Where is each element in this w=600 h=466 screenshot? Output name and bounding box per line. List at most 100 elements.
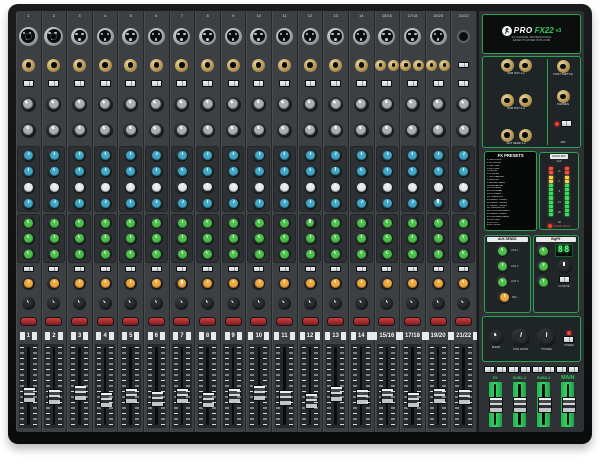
fader-cap[interactable] <box>562 397 576 413</box>
knob-eq-mid[interactable] <box>278 165 291 178</box>
knob-aux2[interactable] <box>124 232 137 245</box>
fader-cap[interactable] <box>356 389 369 405</box>
mute-button[interactable] <box>148 317 165 326</box>
knob-level[interactable] <box>124 297 137 310</box>
channel-fader[interactable] <box>275 344 295 429</box>
combo-xlr-input-jack[interactable] <box>44 27 63 46</box>
low-cut-switch[interactable] <box>74 266 85 273</box>
low-cut-switch[interactable] <box>151 266 162 273</box>
mute-button[interactable] <box>122 317 139 326</box>
xlr-input-jack[interactable] <box>225 28 242 45</box>
low-cut-switch[interactable] <box>253 266 264 273</box>
line-hiz-switch[interactable] <box>381 80 392 87</box>
knob-eq-mid[interactable] <box>432 165 445 178</box>
fader-cap[interactable] <box>176 388 189 404</box>
knob-pan[interactable] <box>278 277 291 290</box>
low-cut-switch[interactable] <box>228 266 239 273</box>
line-input-jack[interactable] <box>304 59 317 72</box>
knob-eq-mid[interactable] <box>201 165 214 178</box>
knob-eq-mid[interactable] <box>47 165 60 178</box>
knob-aux2[interactable] <box>304 232 317 245</box>
knob-eq-freq[interactable] <box>406 181 419 194</box>
mute-button[interactable] <box>20 317 37 326</box>
knob-gain[interactable] <box>226 97 241 112</box>
knob-comp[interactable] <box>354 123 369 138</box>
fader-cap[interactable] <box>381 388 394 404</box>
knob-eq-hf[interactable] <box>252 149 265 162</box>
knob-aux2[interactable] <box>227 232 240 245</box>
knob-eq-lf[interactable] <box>201 197 214 210</box>
knob-level[interactable] <box>406 297 419 310</box>
line-input-jack-left[interactable] <box>426 60 437 71</box>
knob-aux1[interactable] <box>457 216 470 229</box>
mute-button[interactable] <box>276 317 293 326</box>
low-cut-switch[interactable] <box>176 266 187 273</box>
knob-aux2[interactable] <box>380 232 393 245</box>
knob-eq-freq[interactable] <box>22 181 35 194</box>
knob-eq-mid[interactable] <box>406 165 419 178</box>
knob-comp[interactable] <box>379 123 394 138</box>
knob-aux2[interactable] <box>175 232 188 245</box>
knob-gain[interactable] <box>328 97 343 112</box>
fader-cap[interactable] <box>305 393 318 409</box>
knob-eq-lf[interactable] <box>124 197 137 210</box>
knob-aux2[interactable] <box>47 232 60 245</box>
knob-fx-send[interactable] <box>124 247 137 260</box>
knob-eq-hf[interactable] <box>22 149 35 162</box>
knob-eq-lf[interactable] <box>380 197 393 210</box>
knob-eq-lf[interactable] <box>252 197 265 210</box>
knob-eq-hf[interactable] <box>175 149 188 162</box>
xlr-input-jack[interactable] <box>353 28 370 45</box>
line-input-jack[interactable] <box>355 59 368 72</box>
knob-comp[interactable] <box>174 123 189 138</box>
knob-aux1[interactable] <box>355 216 368 229</box>
channel-fader[interactable] <box>95 344 115 429</box>
low-cut-switch[interactable] <box>458 266 469 273</box>
knob-eq-hf[interactable] <box>380 149 393 162</box>
knob-eq-hf[interactable] <box>99 149 112 162</box>
sub-out-4-jack[interactable] <box>519 94 532 107</box>
knob-eq-hf[interactable] <box>201 149 214 162</box>
assign-switch[interactable] <box>532 366 543 373</box>
channel-fader[interactable] <box>428 344 448 429</box>
mute-button[interactable] <box>404 317 421 326</box>
knob-gain[interactable] <box>354 97 369 112</box>
input-level-switch[interactable] <box>458 62 469 69</box>
knob-eq-mid[interactable] <box>124 165 137 178</box>
knob-eq-mid[interactable] <box>175 165 188 178</box>
knob-eq-mid[interactable] <box>329 165 342 178</box>
knob-eq-hf[interactable] <box>432 149 445 162</box>
knob-aux2[interactable] <box>432 232 445 245</box>
mute-button[interactable] <box>45 317 62 326</box>
knob-fx-send[interactable] <box>47 247 60 260</box>
xlr-input-jack[interactable] <box>302 28 319 45</box>
knob-gain[interactable] <box>277 97 292 112</box>
low-cut-switch[interactable] <box>330 266 341 273</box>
knob-gain[interactable] <box>200 97 215 112</box>
knob-fx-send[interactable] <box>201 247 214 260</box>
mute-button[interactable] <box>250 317 267 326</box>
sub-out-2-jack[interactable] <box>519 59 532 72</box>
knob-level[interactable] <box>355 297 368 310</box>
knob-eq-lf[interactable] <box>457 197 470 210</box>
knob-pan[interactable] <box>406 277 419 290</box>
fader-cap[interactable] <box>433 388 446 404</box>
knob-gain[interactable] <box>46 97 61 112</box>
line-hiz-switch[interactable] <box>125 80 136 87</box>
knob-eq-lf[interactable] <box>150 197 163 210</box>
knob-eq-lf[interactable] <box>355 197 368 210</box>
line-hiz-switch[interactable] <box>228 80 239 87</box>
stereo-mini-input-jack[interactable] <box>457 30 470 43</box>
fader-cap[interactable] <box>279 390 292 406</box>
knob-aux2[interactable] <box>457 232 470 245</box>
fader-cap[interactable] <box>100 392 113 408</box>
knob-level[interactable] <box>252 297 265 310</box>
assign-switch[interactable] <box>556 366 567 373</box>
knob-comp[interactable] <box>72 123 87 138</box>
assign-switch[interactable] <box>508 366 519 373</box>
gigfx-knob-1[interactable] <box>536 244 549 257</box>
channel-fader[interactable] <box>121 344 141 429</box>
mute-switch[interactable] <box>496 366 507 373</box>
knob-eq-freq[interactable] <box>47 181 60 194</box>
mute-button[interactable] <box>430 317 447 326</box>
